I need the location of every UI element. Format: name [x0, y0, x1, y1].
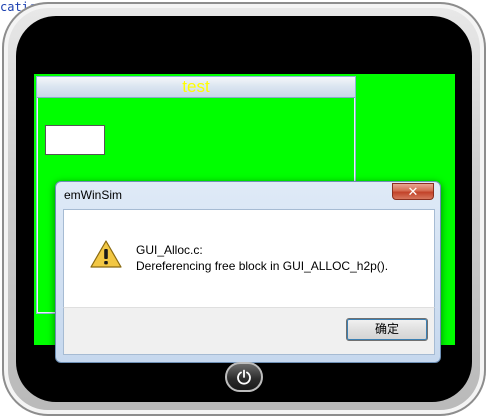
home-button[interactable] [225, 362, 263, 392]
dialog-title: emWinSim [64, 188, 123, 202]
ok-button[interactable]: 确定 [346, 318, 428, 341]
frame-window-title: test [182, 77, 210, 96]
frame-window-titlebar[interactable]: test [37, 77, 355, 98]
dialog-footer: 确定 [63, 307, 435, 355]
close-button[interactable]: ✕ [392, 183, 434, 200]
power-icon [237, 369, 251, 385]
error-dialog: emWinSim ✕ GUI_Alloc.c: Dereferencing fr… [55, 181, 441, 363]
dialog-message-line-1: GUI_Alloc.c: [136, 243, 203, 257]
dialog-body: GUI_Alloc.c: Dereferencing free block in… [63, 209, 435, 308]
close-icon: ✕ [407, 184, 419, 199]
edit-box[interactable] [45, 125, 105, 155]
warning-icon [90, 240, 122, 268]
dialog-message-line-2: Dereferencing free block in GUI_ALLOC_h2… [136, 259, 389, 273]
ok-button-label: 确定 [374, 322, 399, 336]
